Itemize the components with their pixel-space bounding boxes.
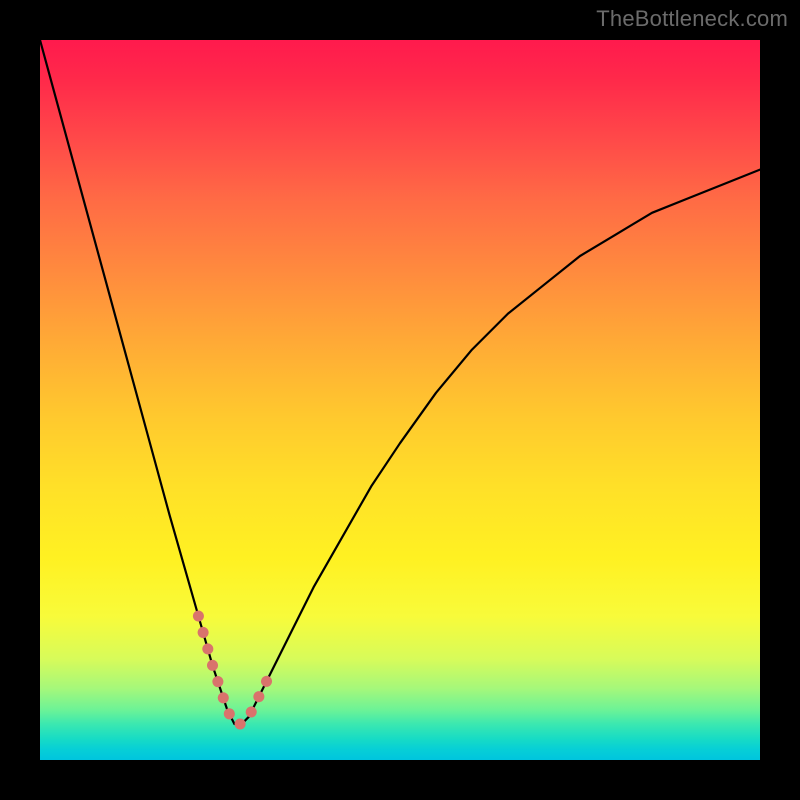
optimal-zone-dots	[198, 616, 270, 724]
chart-frame: TheBottleneck.com	[0, 0, 800, 800]
plot-area	[40, 40, 760, 760]
bottleneck-curve	[40, 40, 760, 724]
watermark-text: TheBottleneck.com	[596, 6, 788, 32]
curve-svg	[40, 40, 760, 760]
